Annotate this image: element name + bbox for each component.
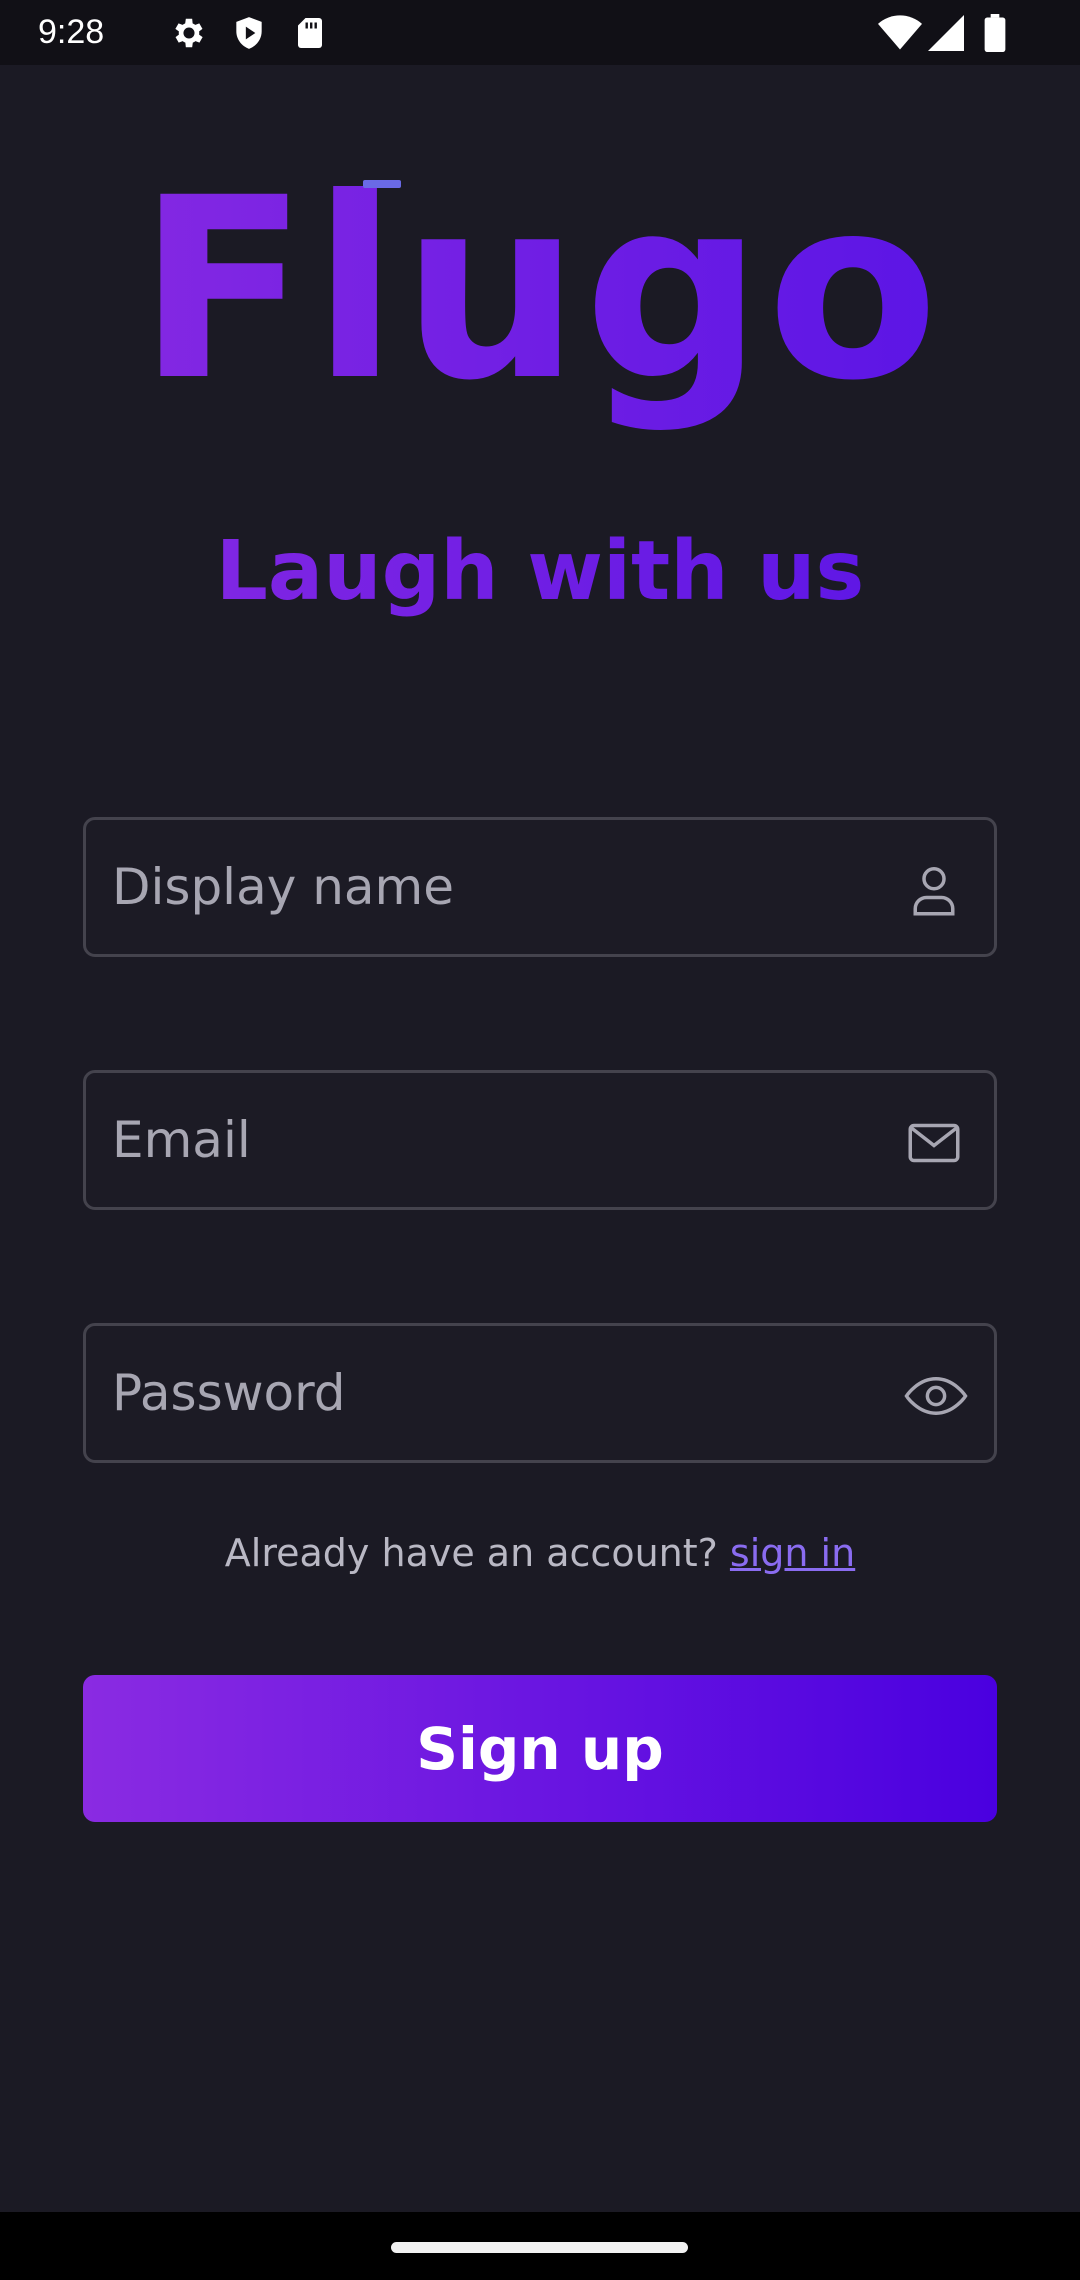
battery-icon <box>984 14 1006 52</box>
password-field-container <box>83 1323 997 1463</box>
mail-icon <box>904 1113 964 1173</box>
display-name-field-container <box>83 817 997 957</box>
logo-accent <box>363 180 401 188</box>
navigation-bar <box>0 2212 1080 2280</box>
email-field-container <box>83 1070 997 1210</box>
display-name-field[interactable] <box>112 820 892 954</box>
email-field[interactable] <box>112 1073 892 1207</box>
signup-button[interactable]: Sign up <box>83 1675 997 1822</box>
password-field[interactable] <box>112 1326 892 1460</box>
settings-icon <box>170 14 208 52</box>
signup-screen: 9:28 Flugo Laugh with us Display name Em… <box>0 0 1080 2280</box>
person-icon <box>904 860 964 920</box>
status-bar: 9:28 <box>0 0 1080 65</box>
app-tagline: Laugh with us <box>0 522 1080 622</box>
wifi-icon <box>878 14 922 52</box>
home-indicator[interactable] <box>391 2242 688 2253</box>
signin-link[interactable]: sign in <box>730 1531 855 1575</box>
sd-card-icon <box>292 14 328 52</box>
signin-prompt: Already have an account? sign in <box>0 1525 1080 1581</box>
shield-play-icon <box>230 14 268 52</box>
status-time: 9:28 <box>38 13 105 51</box>
app-logo: Flugo <box>0 140 1080 440</box>
signin-prompt-text: Already have an account? <box>224 1531 718 1575</box>
eye-icon[interactable] <box>904 1366 968 1426</box>
cell-signal-icon <box>928 14 964 52</box>
